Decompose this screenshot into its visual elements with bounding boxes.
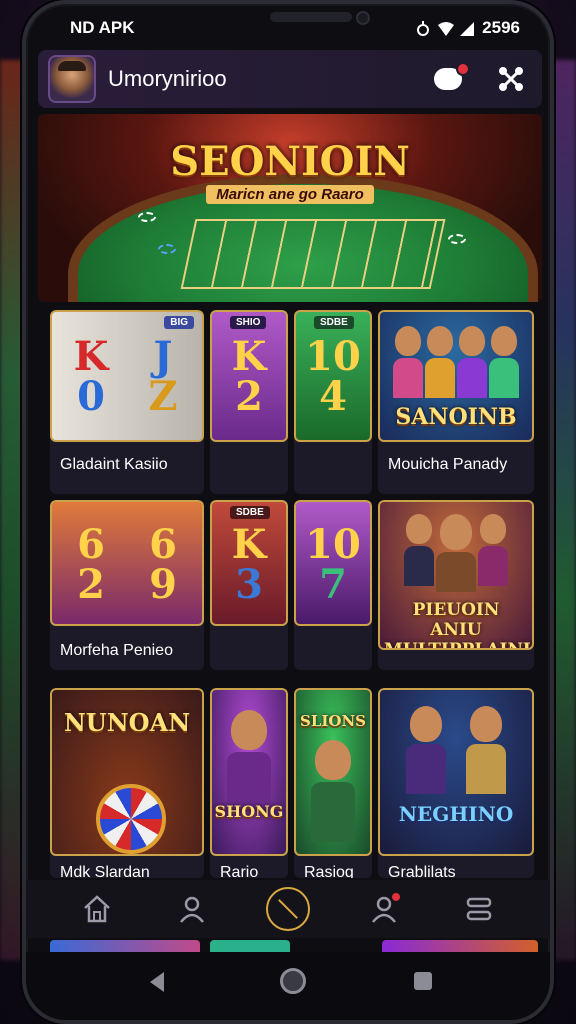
game-card[interactable]: SHIO K2 [210, 310, 288, 494]
slot-reels-art: 10 7 [294, 500, 372, 626]
game-poster-art: SLIONS [294, 688, 372, 856]
slot-reels-art: SHIO K2 [210, 310, 288, 442]
characters-art [212, 710, 286, 812]
slot-reels-art: 62 69 [50, 500, 204, 626]
poster-title: SHONG [214, 802, 284, 821]
menu-icon [466, 897, 491, 921]
game-card[interactable]: NUNOAN Mdk Slardan [50, 688, 204, 878]
roulette-wheel-art [96, 784, 166, 854]
reel: K2 [231, 333, 267, 420]
recent-apps-icon[interactable] [414, 972, 432, 990]
nav-home[interactable] [77, 889, 117, 929]
characters-art [296, 740, 370, 842]
reel: 10 4 [305, 333, 361, 420]
avatar[interactable] [48, 55, 96, 103]
profile-icon [179, 896, 204, 923]
poster-title: NEGHINO [398, 802, 514, 826]
game-poster-art: SANOINB [378, 310, 534, 442]
game-title: Rario [220, 864, 259, 878]
chat-notification-badge [456, 62, 470, 76]
next-row-peek [382, 940, 538, 952]
wifi-icon [438, 21, 455, 36]
banner-title: SEONIOIN [170, 138, 410, 185]
game-card[interactable]: 10 7 [294, 500, 372, 670]
reel: 69 [149, 521, 177, 608]
wheel-icon[interactable] [265, 887, 310, 931]
slot-reels-art: BIG K0 JZ [50, 310, 204, 442]
game-poster-art: SHONG [210, 688, 288, 856]
nav-menu[interactable] [459, 889, 499, 929]
slot-reels-art: SDBE 10 4 [294, 310, 372, 442]
bottom-navigation [26, 880, 550, 938]
game-title: Mouicha Panady [388, 456, 508, 473]
reel: K3 [231, 521, 267, 608]
status-bar: ND APK 2596 [26, 4, 550, 50]
game-poster-art: NUNOAN [50, 688, 204, 856]
game-poster-art: NEGHINO [378, 688, 534, 856]
nav-profile[interactable] [172, 889, 212, 929]
home-icon [84, 895, 111, 923]
chat-button[interactable] [432, 62, 470, 94]
app-header: Umorynirioo [38, 50, 542, 108]
game-title: Morfeha Penieo [60, 642, 173, 659]
poster-title: NUNOAN [63, 708, 191, 737]
game-title: Rasiog [304, 864, 354, 878]
game-title: Gladaint Kasiio [60, 456, 168, 473]
signal-icon [460, 21, 475, 36]
game-card[interactable]: 62 69 Morfeha Penieo [50, 500, 204, 670]
chip-art [138, 212, 156, 222]
game-card[interactable]: PIEUOIN ANIU MULTIPPLAINUS [378, 500, 534, 670]
system-navigation-bar [26, 952, 550, 1020]
poster-title: PIEUOIN ANIU MULTIPPLAINUS [384, 600, 534, 650]
characters-art [380, 706, 532, 794]
next-row-peek [210, 940, 290, 952]
game-card[interactable]: SHONG Rario [210, 688, 288, 878]
home-button-icon[interactable] [280, 968, 306, 994]
chip-art [158, 244, 176, 254]
poster-title: SANOINB [395, 404, 517, 430]
game-title: Mdk Slardan [60, 864, 150, 878]
poster-title: SLIONS [299, 712, 366, 730]
nav-notifications[interactable] [364, 889, 404, 929]
app-title: Umorynirioo [108, 66, 227, 91]
reel: JZ [148, 333, 178, 420]
reel: K0 [73, 333, 109, 420]
reel: 10 7 [305, 521, 361, 608]
carrier-label: ND APK [70, 18, 135, 37]
game-poster-art: PIEUOIN ANIU MULTIPPLAINUS [378, 500, 534, 650]
phone-frame: ND APK 2596 Umorynirioo SEONIOIN Maricn … [22, 0, 554, 1024]
reel: 62 [77, 521, 105, 608]
next-row-peek [50, 940, 200, 952]
featured-banner[interactable]: SEONIOIN Maricn ane go Raaro [38, 114, 542, 302]
betting-grid-art [180, 219, 446, 289]
chip-art [448, 234, 466, 244]
characters-art [380, 514, 532, 592]
clock: 2596 [482, 18, 520, 37]
alarm-icon [416, 21, 430, 36]
game-card[interactable]: SANOINB Mouicha Panady [378, 310, 534, 494]
banner-subtitle: Maricn ane go Raaro [38, 185, 542, 204]
back-icon[interactable] [150, 972, 164, 992]
status-icons: 2596 [416, 18, 520, 38]
game-card[interactable]: NEGHINO Grablilats [378, 688, 534, 878]
share-icon [499, 67, 523, 91]
share-button[interactable] [494, 62, 528, 96]
game-card[interactable]: SDBE 10 4 [294, 310, 372, 494]
slot-reels-art: SDBE K3 [210, 500, 288, 626]
game-title: Grablilats [388, 864, 456, 878]
game-card[interactable]: BIG K0 JZ Gladaint Kasiio [50, 310, 204, 494]
game-card[interactable]: SDBE K3 [210, 500, 288, 670]
characters-art [380, 326, 532, 398]
game-card[interactable]: SLIONS Rasiog [294, 688, 372, 878]
